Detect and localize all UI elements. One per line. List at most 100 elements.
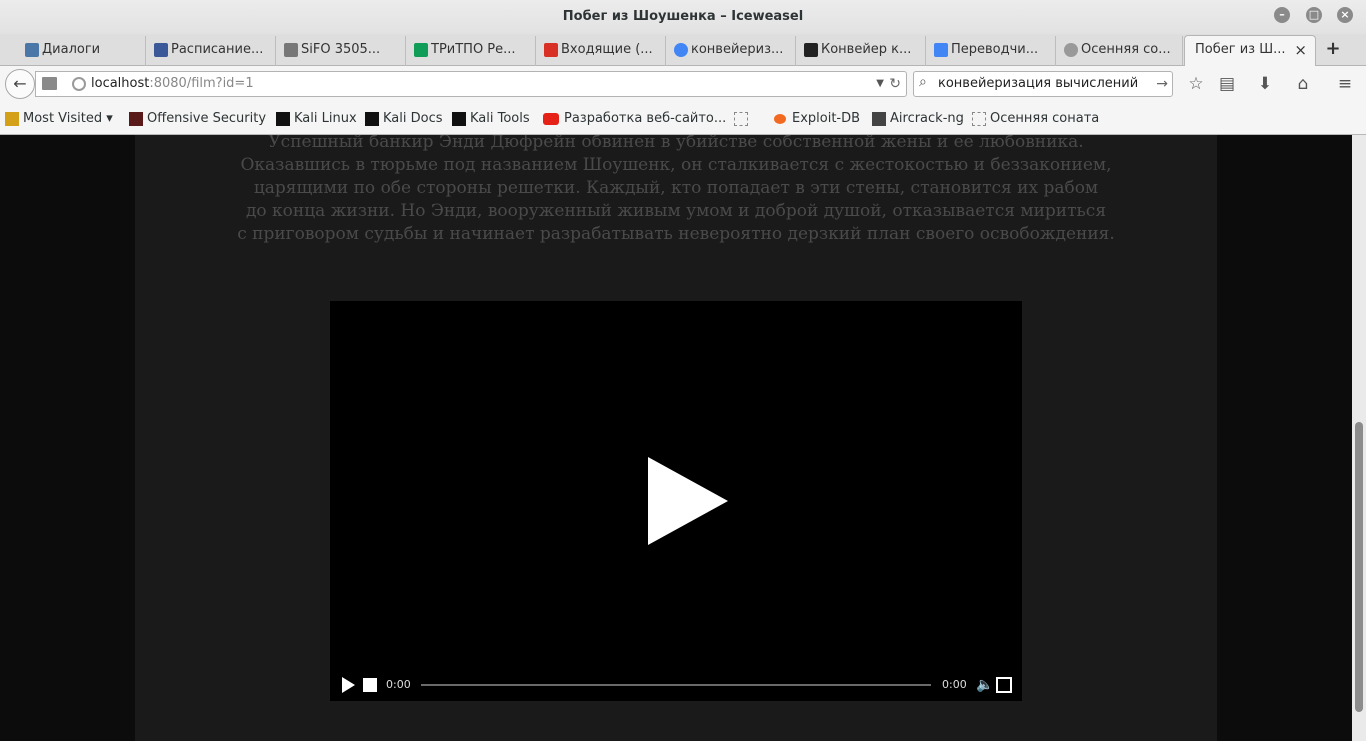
seek-bar[interactable] bbox=[421, 684, 931, 686]
navigation-bar: ← localhost:8080/film?id=1 ▼ ↻ ⌕ конвейе… bbox=[0, 66, 1366, 102]
bookmark-label: Aircrack-ng bbox=[890, 111, 964, 126]
google-icon bbox=[674, 43, 688, 57]
site-identity-icon[interactable] bbox=[72, 77, 86, 91]
description-line: до конца жизни. Но Энди, вооруженный жив… bbox=[245, 201, 1107, 221]
tab-label: Побег из Ш... bbox=[1195, 42, 1286, 57]
url-text[interactable]: localhost:8080/film?id=1 bbox=[91, 72, 254, 96]
back-arrow-icon: ← bbox=[13, 74, 27, 93]
bookmark-autumn-sonata[interactable]: Осенняя соната bbox=[972, 102, 1099, 136]
tab-google-search[interactable]: конвейериз... bbox=[667, 36, 796, 66]
window-title: Побег из Шоушенка – Iceweasel bbox=[562, 9, 804, 24]
home-icon[interactable]: ⌂ bbox=[1291, 72, 1315, 96]
tab-dialogs[interactable]: Диалоги bbox=[18, 36, 146, 66]
tab-label: SiFO 3505... bbox=[301, 42, 381, 57]
tab-autumn-sonata[interactable]: Осенняя со... bbox=[1057, 36, 1183, 66]
page-icon bbox=[284, 43, 298, 57]
downloads-icon[interactable]: ⬇ bbox=[1253, 72, 1277, 96]
url-path: :8080/film?id=1 bbox=[149, 76, 254, 91]
bookmark-kali-tools[interactable]: Kali Tools bbox=[452, 102, 530, 136]
tab-tritpo[interactable]: ТРиТПО Ре... bbox=[407, 36, 536, 66]
bookmark-kali-linux[interactable]: Kali Linux bbox=[276, 102, 357, 136]
youtube-icon bbox=[543, 113, 559, 125]
bookmark-web-dev[interactable]: Разработка веб-сайто... bbox=[543, 102, 726, 136]
fullscreen-icon[interactable] bbox=[996, 677, 1012, 693]
tab-label: Осенняя со... bbox=[1081, 42, 1171, 57]
video-player[interactable]: 0:00 0:00 🔈 bbox=[330, 301, 1022, 701]
aircrack-icon bbox=[872, 112, 886, 126]
minimize-icon[interactable]: – bbox=[1274, 7, 1290, 23]
most-visited-icon bbox=[5, 112, 19, 126]
exploitdb-icon bbox=[774, 114, 786, 124]
sidebar-icon[interactable] bbox=[42, 77, 57, 90]
bookmark-label: Осенняя соната bbox=[990, 111, 1100, 126]
blank-icon bbox=[734, 112, 748, 126]
tab-strip: Диалоги Расписание... SiFO 3505... ТРиТП… bbox=[0, 34, 1366, 67]
big-play-icon[interactable] bbox=[648, 457, 728, 545]
reload-icon[interactable]: ↻ bbox=[889, 72, 901, 96]
tab-sifo[interactable]: SiFO 3505... bbox=[277, 36, 406, 66]
window-titlebar: Побег из Шоушенка – Iceweasel – □ × bbox=[0, 0, 1366, 34]
film-description: Успешный банкир Энди Дюфрейн обвинен в у… bbox=[176, 135, 1176, 246]
bookmark-kali-docs[interactable]: Kali Docs bbox=[365, 102, 443, 136]
sheets-icon bbox=[414, 43, 428, 57]
bookmark-label: Offensive Security bbox=[147, 111, 267, 126]
tab-label: Входящие (... bbox=[561, 42, 653, 57]
bookmark-exploit-db[interactable]: Exploit-DB bbox=[774, 102, 860, 136]
close-window-icon[interactable]: × bbox=[1337, 7, 1353, 23]
current-time: 0:00 bbox=[386, 678, 411, 691]
url-dropdown-icon[interactable]: ▼ bbox=[876, 72, 884, 96]
bookmark-label: Most Visited ▾ bbox=[23, 111, 113, 126]
tab-schedule[interactable]: Расписание... bbox=[147, 36, 276, 66]
tab-shawshank[interactable]: Побег из Ш... × bbox=[1184, 35, 1316, 67]
bookmark-label: Exploit-DB bbox=[792, 111, 861, 126]
bookmark-label: Kali Linux bbox=[294, 111, 357, 126]
schedule-icon bbox=[154, 43, 168, 57]
play-icon[interactable] bbox=[342, 677, 355, 693]
stop-icon[interactable] bbox=[363, 678, 377, 692]
bookmark-label: Разработка веб-сайто... bbox=[564, 111, 727, 126]
bookmark-star-icon[interactable]: ☆ bbox=[1184, 72, 1208, 96]
description-line: Оказавшись в тюрьме под названием Шоушен… bbox=[240, 155, 1112, 175]
bookmarks-toolbar: Most Visited ▾ Offensive Security Kali L… bbox=[0, 102, 1366, 135]
video-controls: 0:00 0:00 🔈 bbox=[330, 667, 1022, 701]
back-button[interactable]: ← bbox=[5, 69, 35, 99]
search-go-icon[interactable]: → bbox=[1156, 72, 1168, 96]
search-input[interactable]: конвейеризация вычислений bbox=[938, 72, 1138, 96]
bookmark-offensive-security[interactable]: Offensive Security bbox=[129, 102, 266, 136]
close-tab-icon[interactable]: × bbox=[1294, 36, 1307, 64]
translate-icon bbox=[934, 43, 948, 57]
search-icon[interactable]: ⌕ bbox=[919, 74, 927, 90]
bookmark-label: Kali Tools bbox=[470, 111, 530, 126]
page-content: Успешный банкир Энди Дюфрейн обвинен в у… bbox=[0, 135, 1352, 741]
bookmark-most-visited[interactable]: Most Visited ▾ bbox=[5, 102, 113, 136]
new-tab-icon[interactable]: + bbox=[1322, 34, 1344, 64]
maximize-icon[interactable]: □ bbox=[1306, 7, 1322, 23]
reading-list-icon[interactable]: ▤ bbox=[1215, 72, 1239, 96]
film-icon bbox=[1064, 43, 1078, 57]
page-scrollbar[interactable] bbox=[1352, 135, 1366, 741]
description-line: с приговором судьбы и начинает разрабаты… bbox=[237, 224, 1115, 244]
menu-icon[interactable]: ≡ bbox=[1333, 72, 1357, 96]
url-bar[interactable]: localhost:8080/film?id=1 ▼ ↻ bbox=[35, 71, 907, 97]
offsec-icon bbox=[129, 112, 143, 126]
tab-translator[interactable]: Переводчи... bbox=[927, 36, 1056, 66]
url-host: localhost bbox=[91, 76, 150, 91]
tab-label: Конвейер к... bbox=[821, 42, 912, 57]
bookmark-label: Kali Docs bbox=[383, 111, 443, 126]
kali-icon bbox=[365, 112, 379, 126]
volume-icon[interactable]: 🔈 bbox=[976, 677, 993, 693]
scrollbar-thumb[interactable] bbox=[1355, 422, 1363, 712]
habr-icon bbox=[804, 43, 818, 57]
description-line: Успешный банкир Энди Дюфрейн обвинен в у… bbox=[268, 135, 1084, 152]
search-bar[interactable]: ⌕ конвейеризация вычислений → bbox=[913, 71, 1173, 97]
tab-conveyor[interactable]: Конвейер к... bbox=[797, 36, 926, 66]
tab-inbox[interactable]: Входящие (... bbox=[537, 36, 666, 66]
blank-icon bbox=[972, 112, 986, 126]
gmail-icon bbox=[544, 43, 558, 57]
tab-label: Диалоги bbox=[42, 42, 101, 57]
vk-icon bbox=[25, 43, 39, 57]
tab-label: Переводчи... bbox=[951, 42, 1039, 57]
bookmark-aircrack[interactable]: Aircrack-ng bbox=[872, 102, 964, 136]
duration: 0:00 bbox=[942, 678, 967, 691]
kali-icon bbox=[276, 112, 290, 126]
